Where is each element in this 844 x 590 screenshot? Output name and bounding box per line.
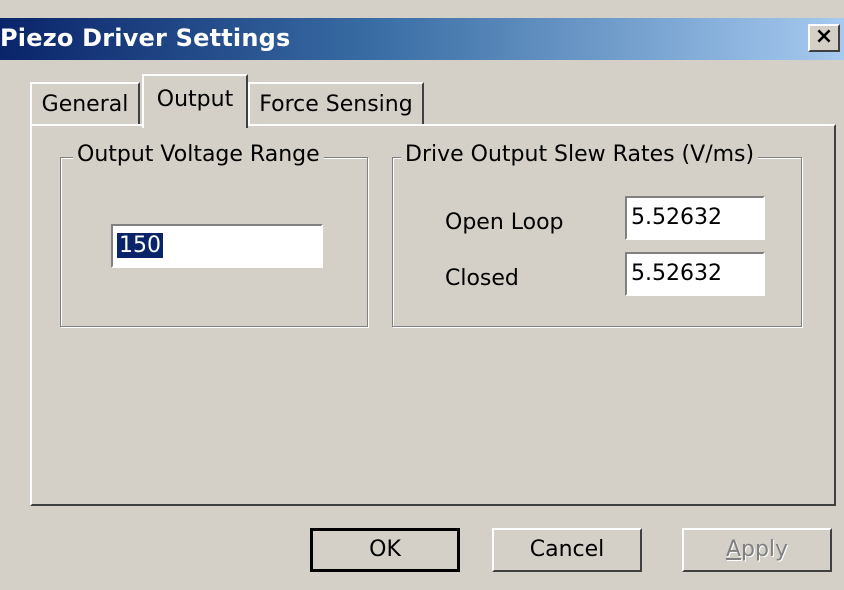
output-voltage-range-input[interactable]: 150 [111,224,323,268]
slew-rates-group-label: Drive Output Slew Rates (V/ms) [401,142,759,167]
output-voltage-range-group: Output Voltage Range 150 [60,142,368,327]
piezo-driver-settings-dialog: Piezo Driver Settings × General Output F… [0,0,844,590]
output-voltage-range-value: 150 [117,233,163,258]
cancel-button[interactable]: Cancel [492,528,642,572]
tab-output[interactable]: Output [142,74,248,128]
tab-general-label: General [41,92,129,117]
window-title: Piezo Driver Settings [0,24,291,52]
closed-label: Closed [445,266,519,291]
tab-force-sensing-label: Force Sensing [259,92,413,117]
open-loop-slew-value: 5.52632 [631,205,722,230]
close-button[interactable]: × [808,24,840,52]
closed-slew-value: 5.52632 [631,261,722,286]
tab-force-sensing[interactable]: Force Sensing [248,82,424,126]
apply-button-label: pply [741,537,789,562]
ok-button-label: OK [369,537,401,562]
output-voltage-range-label: Output Voltage Range [73,142,324,167]
title-bar[interactable]: Piezo Driver Settings × [0,18,844,60]
open-loop-label: Open Loop [445,210,564,235]
apply-button-mnemonic: A [725,537,741,562]
open-loop-slew-input[interactable]: 5.52632 [625,196,765,240]
apply-button[interactable]: Apply [682,528,832,572]
drive-output-slew-rates-group: Drive Output Slew Rates (V/ms) Open Loop… [392,142,802,327]
closed-slew-input[interactable]: 5.52632 [625,252,765,296]
cancel-button-label: Cancel [529,537,605,562]
tab-general[interactable]: General [30,82,140,126]
ok-button[interactable]: OK [310,528,460,572]
close-icon: × [814,24,834,49]
tab-output-label: Output [156,87,234,112]
